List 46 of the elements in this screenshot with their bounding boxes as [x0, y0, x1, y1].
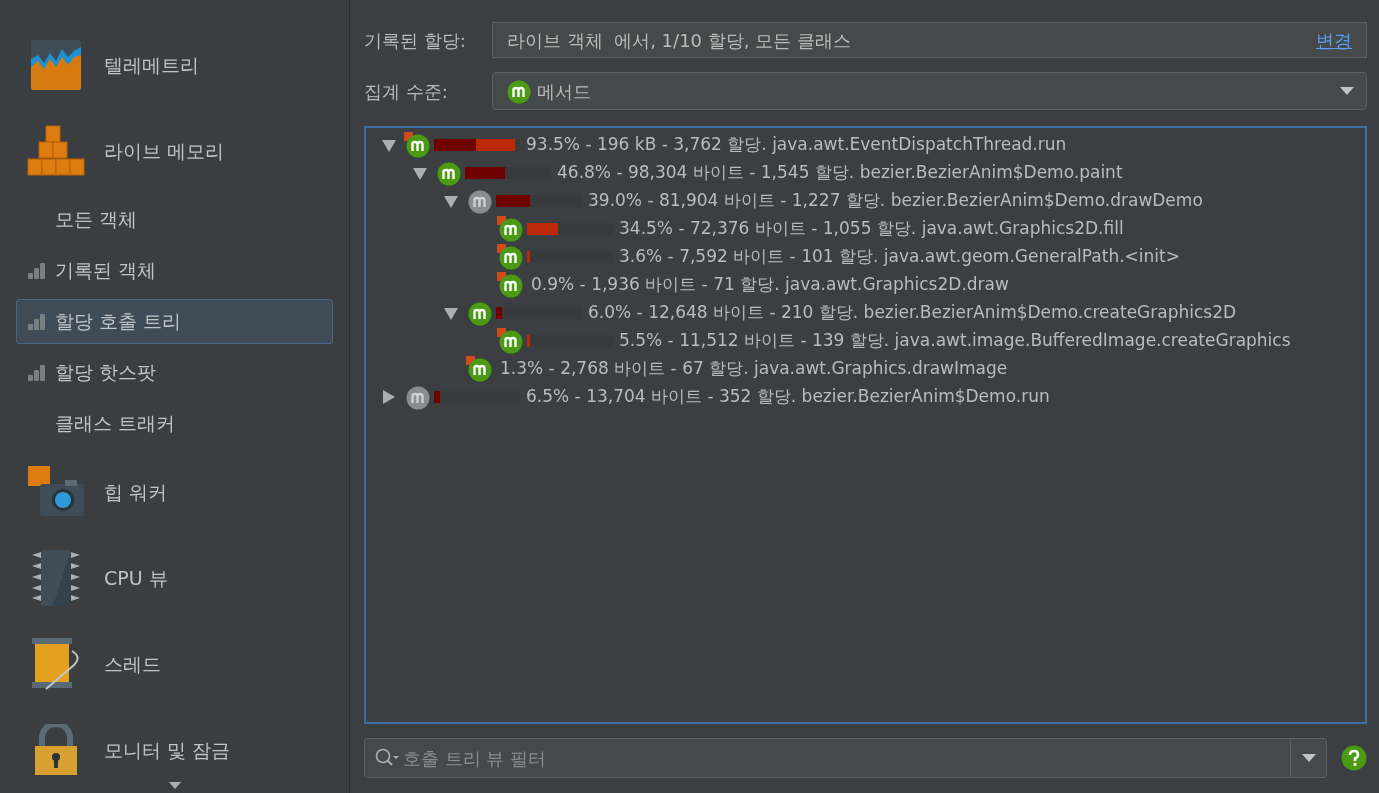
bars-icon [28, 364, 46, 381]
sidebar-item[interactable]: 힙 워커 [16, 449, 333, 535]
bars-icon [28, 262, 46, 279]
collapse-toggle-icon[interactable] [413, 166, 427, 180]
chip-icon [31, 549, 81, 607]
sidebar-item[interactable]: 모든 객체 [16, 197, 333, 242]
collapse-toggle-icon[interactable] [444, 194, 458, 208]
tree-node-label[interactable]: 1.3% - 2,768 바이트 - 67 할당. java.awt.Graphics.drawImage [500, 356, 1008, 382]
tree-node-label[interactable]: 3.6% - 7,592 바이트 - 101 할당. java.awt.geom.GeneralPath.<init> [619, 244, 1180, 270]
chart-icon [30, 39, 82, 91]
tree-node-label[interactable]: 93.5% - 196 kB - 3,762 할당. java.awt.EventDispatchThread.run [526, 132, 1067, 158]
padlock-icon [34, 724, 78, 776]
tree-node-label[interactable]: 0.9% - 1,936 바이트 - 71 할당. java.awt.Graphics2D.draw [531, 272, 1009, 298]
sidebar-item[interactable]: 모니터 및 잠금 [16, 707, 333, 793]
tree-node-label[interactable]: 6.0% - 12,648 바이트 - 210 할당. bezier.BezierAnim$Demo.createGraphics2D [588, 300, 1237, 326]
collapse-toggle-icon[interactable] [382, 138, 396, 152]
search-icon [375, 748, 399, 768]
aggregation-dropdown[interactable]: 메서드 [492, 72, 1367, 110]
filter-input[interactable]: 호출 트리 뷰 필터 [399, 744, 1290, 772]
tree-node-label[interactable]: 39.0% - 81,904 바이트 - 1,227 할당. bezier.BezierAnim$Demo.drawDemo [588, 188, 1203, 214]
tree-node-label[interactable]: 46.8% - 98,304 바이트 - 1,545 할당. bezier.BezierAnim$Demo.paint [557, 160, 1123, 186]
sidebar-item[interactable]: 할당 핫스팟 [16, 350, 333, 395]
sidebar-item[interactable]: 라이브 메모리 [16, 108, 333, 194]
tree-node-label[interactable]: 34.5% - 72,376 바이트 - 1,055 할당. java.awt.Graphics2D.fill [619, 216, 1124, 242]
change-link[interactable]: 변경 [1316, 26, 1352, 54]
sidebar-item[interactable]: 스레드 [16, 621, 333, 707]
sidebar-item[interactable]: 텔레메트리 [16, 22, 333, 108]
dropdown-caret-icon [1301, 754, 1316, 762]
sidebar-item[interactable]: 기록된 객체 [16, 248, 333, 293]
aggregation-label: 집계 수준: [364, 79, 449, 104]
bars-icon [28, 313, 46, 330]
help-icon[interactable] [1341, 745, 1367, 771]
collapse-toggle-icon[interactable] [444, 306, 458, 320]
filter-field[interactable]: 호출 트리 뷰 필터 [364, 738, 1327, 778]
sidebar-item[interactable]: 클래스 트래커 [16, 401, 333, 446]
tree-node-label[interactable]: 6.5% - 13,704 바이트 - 352 할당. bezier.BezierAnim$Demo.run [526, 384, 1050, 410]
tree-node-label[interactable]: 5.5% - 11,512 바이트 - 139 할당. java.awt.image.BufferedImage.createGraphics [619, 328, 1291, 354]
recorded-value: 라이브 객체 에서, 1/10 할당, 모든 클래스 [507, 28, 852, 53]
scroll-down-caret-icon[interactable] [169, 782, 181, 789]
camera-icon [27, 465, 85, 519]
dropdown-caret-icon [1340, 87, 1354, 95]
recorded-label: 기록된 할당: [364, 28, 467, 53]
sidebar-item[interactable]: 할당 호출 트리 [16, 299, 333, 344]
cubes-icon [27, 125, 85, 177]
expand-toggle-icon[interactable] [382, 390, 396, 404]
sidebar-item[interactable]: CPU 뷰 [16, 535, 333, 621]
